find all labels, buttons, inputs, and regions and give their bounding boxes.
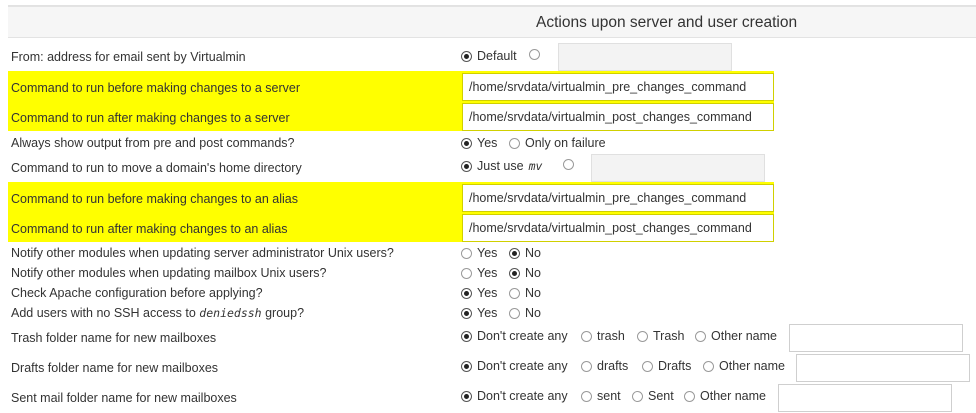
radio-selected-icon [509,267,520,279]
check-apache-label: Check Apache configuration before applyi… [11,286,263,300]
move-home-custom-radio[interactable] [563,159,574,170]
notify-mailbox-label: Notify other modules when updating mailb… [11,266,327,280]
radio-selected-icon [509,247,520,259]
move-home-label: Command to run to move a domain's home d… [11,161,302,175]
radio-empty-icon [461,267,472,279]
radio-empty-icon [637,330,648,342]
sent-none-radio[interactable]: Don't create any [461,389,568,403]
row-sent: Sent mail folder name for new mailboxes … [0,384,976,412]
trash-lower-radio[interactable]: trash [581,329,625,343]
trash-other-radio[interactable]: Other name [695,329,777,343]
radio-empty-icon [563,159,574,170]
section-header: Actions upon server and user creation [8,6,976,38]
deniedssh-no-radio[interactable]: No [509,306,541,320]
row-from-address: From: address for email sent by Virtualm… [0,43,976,71]
sent-upper-radio[interactable]: Sent [632,389,674,403]
from-address-input[interactable] [558,43,732,71]
radio-empty-icon [509,287,520,299]
row-move-home: Command to run to move a domain's home d… [0,154,976,182]
drafts-label: Drafts folder name for new mailboxes [11,361,219,375]
sent-lower-radio[interactable]: sent [581,389,621,403]
row-show-output: Always show output from pre and post com… [0,133,976,153]
show-output-yes-radio[interactable]: Yes [461,136,497,150]
move-home-command-input[interactable] [591,154,765,182]
radio-selected-icon [461,160,472,172]
show-output-label: Always show output from pre and post com… [11,136,295,150]
notify-mailbox-no-radio[interactable]: No [509,266,541,280]
radio-selected-icon [461,137,472,149]
radio-empty-icon [509,137,520,149]
radio-empty-icon [461,247,472,259]
trash-upper-radio[interactable]: Trash [637,329,685,343]
radio-selected-icon [461,50,472,62]
from-custom-radio[interactable] [529,49,540,60]
move-home-just-radio[interactable]: Just use mv [461,159,542,173]
radio-empty-icon [684,390,695,402]
radio-empty-icon [529,49,540,60]
drafts-other-radio[interactable]: Other name [703,359,785,373]
radio-selected-icon [461,287,472,299]
radio-empty-icon [581,360,592,372]
drafts-upper-radio[interactable]: Drafts [642,359,691,373]
notify-admin-no-radio[interactable]: No [509,246,541,260]
row-notify-admin: Notify other modules when updating serve… [0,244,976,264]
post-alias-command-input[interactable]: /home/srvdata/virtualmin_post_changes_co… [462,214,774,242]
sent-label: Sent mail folder name for new mailboxes [11,391,237,405]
row-notify-mailbox: Notify other modules when updating mailb… [0,264,976,284]
drafts-other-input[interactable] [796,354,970,382]
row-check-apache: Check Apache configuration before applyi… [0,284,976,304]
notify-mailbox-yes-radio[interactable]: Yes [461,266,497,280]
radio-empty-icon [642,360,653,372]
pre-server-label: Command to run before making changes to … [11,81,301,95]
trash-other-input[interactable] [789,324,963,352]
notify-admin-yes-radio[interactable]: Yes [461,246,497,260]
radio-selected-icon [461,330,472,342]
row-pre-server: Command to run before making changes to … [0,72,976,101]
row-trash: Trash folder name for new mailboxes Don'… [0,324,976,352]
row-deniedssh: Add users with no SSH access to deniedss… [0,304,976,324]
trash-label: Trash folder name for new mailboxes [11,331,217,345]
radio-empty-icon [581,330,592,342]
radio-selected-icon [461,360,472,372]
row-post-alias: Command to run after making changes to a… [0,213,976,242]
sent-other-radio[interactable]: Other name [684,389,766,403]
show-output-failure-radio[interactable]: Only on failure [509,136,606,150]
mv-code: mv [528,159,543,173]
deniedssh-code: deniedssh [199,306,262,320]
sent-other-input[interactable] [778,384,952,412]
radio-empty-icon [632,390,643,402]
radio-selected-icon [461,390,472,402]
from-default-radio[interactable]: Default [461,49,517,63]
row-pre-alias: Command to run before making changes to … [0,183,976,212]
notify-admin-label: Notify other modules when updating serve… [11,246,394,260]
section-title: Actions upon server and user creation [536,14,798,31]
check-apache-yes-radio[interactable]: Yes [461,286,497,300]
deniedssh-label: Add users with no SSH access to deniedss… [11,306,305,320]
pre-alias-command-input[interactable]: /home/srvdata/virtualmin_pre_changes_com… [462,184,774,212]
check-apache-no-radio[interactable]: No [509,286,541,300]
drafts-lower-radio[interactable]: drafts [581,359,628,373]
trash-none-radio[interactable]: Don't create any [461,329,568,343]
drafts-none-radio[interactable]: Don't create any [461,359,568,373]
radio-empty-icon [581,390,592,402]
post-server-label: Command to run after making changes to a… [11,111,290,125]
pre-alias-label: Command to run before making changes to … [11,192,298,206]
pre-server-command-input[interactable]: /home/srvdata/virtualmin_pre_changes_com… [462,73,774,101]
row-post-server: Command to run after making changes to a… [0,102,976,131]
row-drafts: Drafts folder name for new mailboxes Don… [0,354,976,382]
deniedssh-yes-radio[interactable]: Yes [461,306,497,320]
radio-empty-icon [703,360,714,372]
radio-selected-icon [461,307,472,319]
radio-empty-icon [509,307,520,319]
post-alias-label: Command to run after making changes to a… [11,222,288,236]
post-server-command-input[interactable]: /home/srvdata/virtualmin_post_changes_co… [462,103,774,131]
radio-empty-icon [695,330,706,342]
from-address-label: From: address for email sent by Virtualm… [11,50,246,64]
